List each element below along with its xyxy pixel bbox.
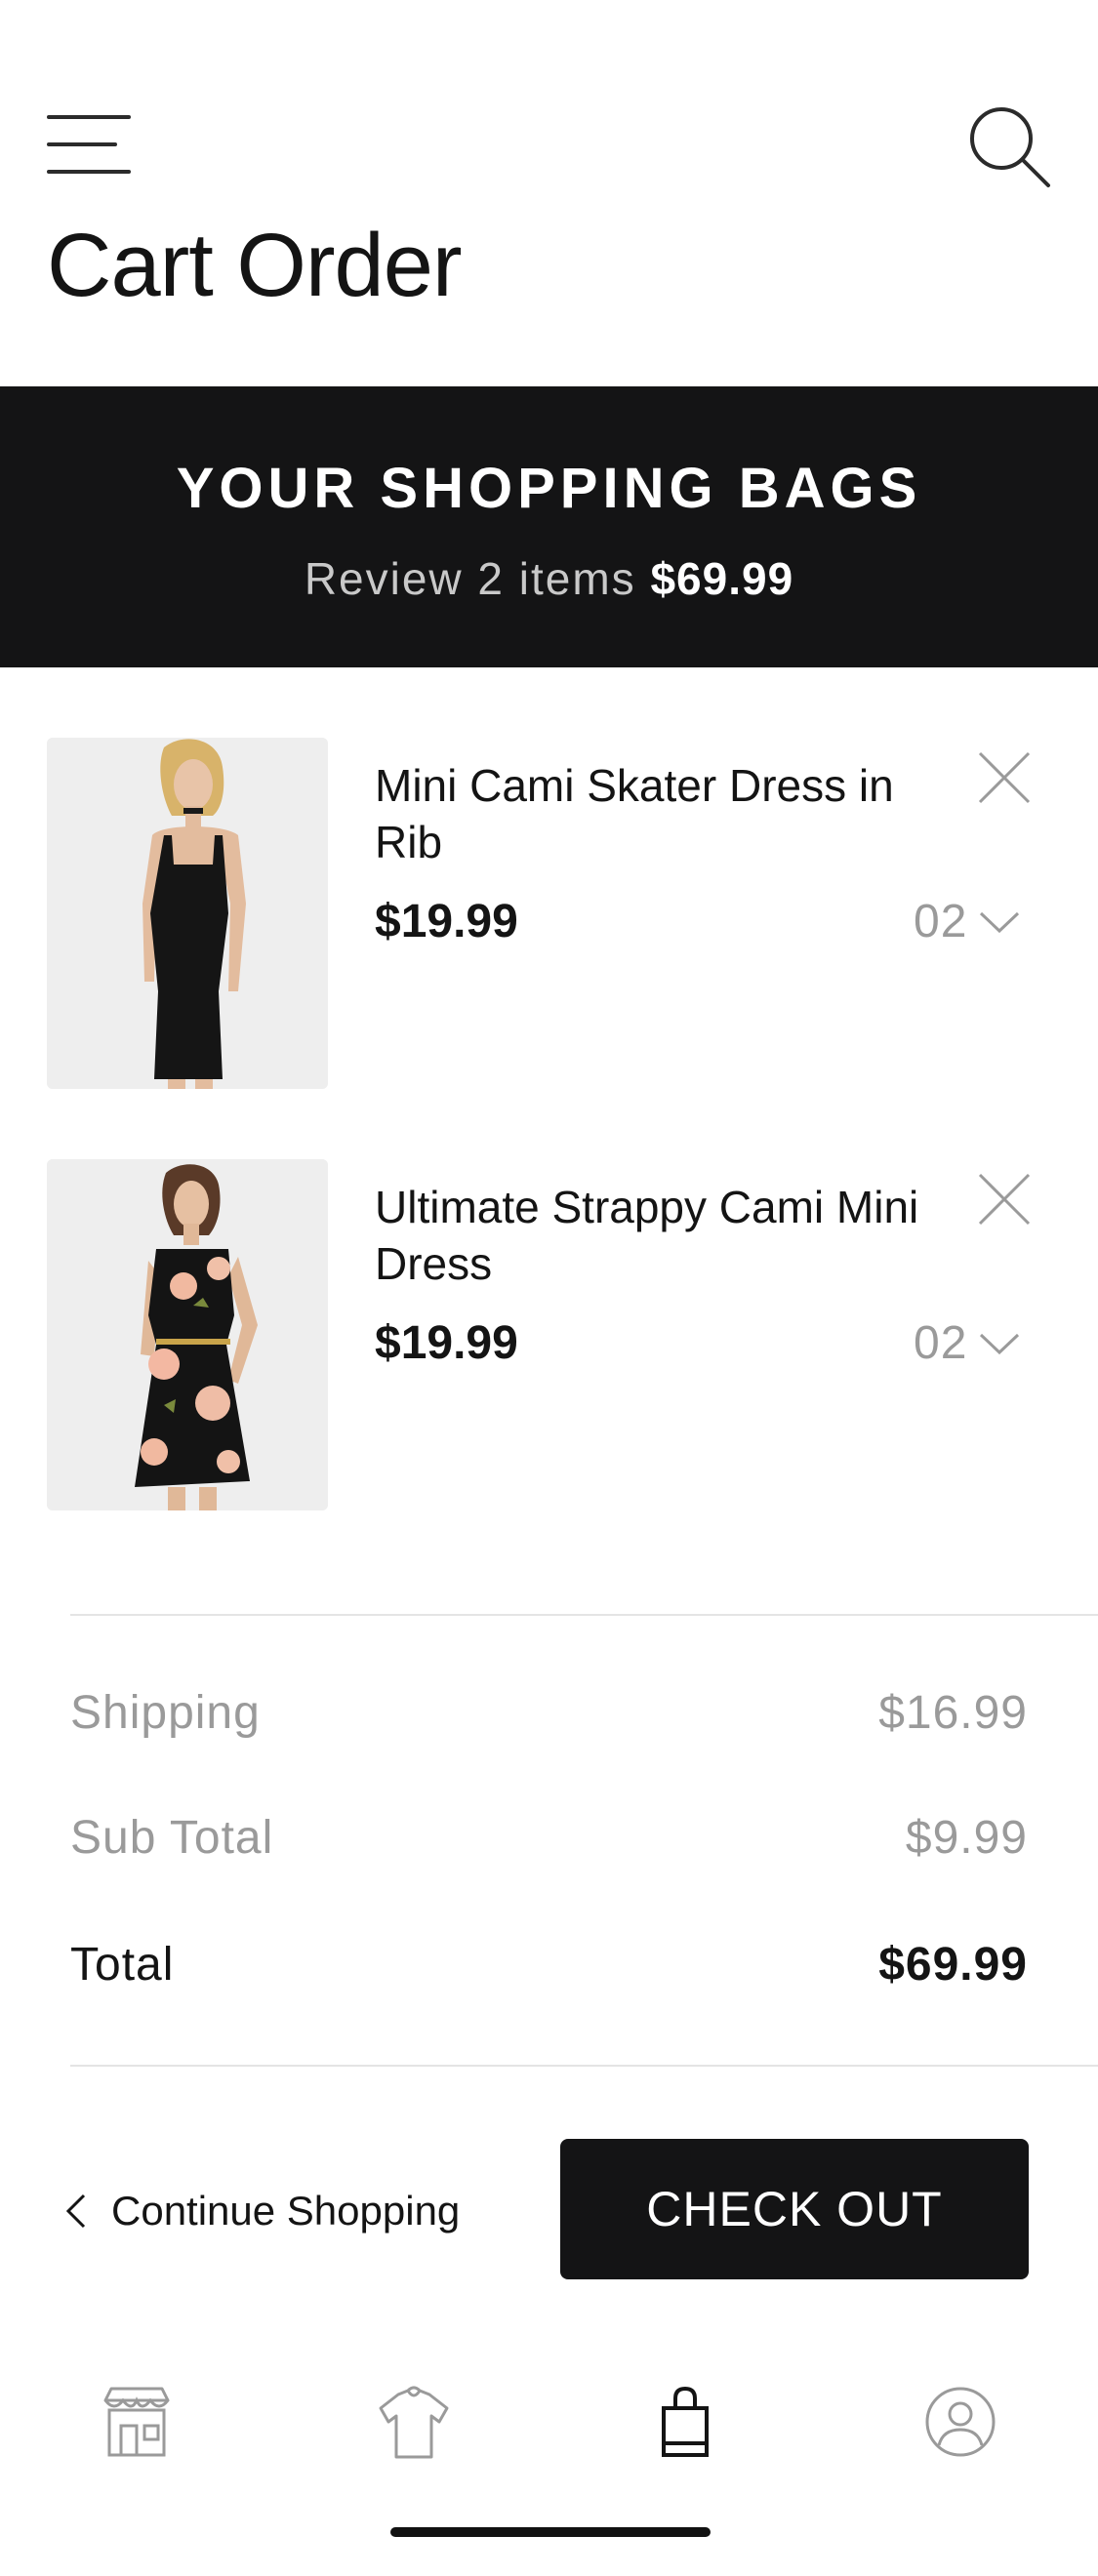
quantity-value: 02 bbox=[914, 896, 968, 947]
tab-store[interactable] bbox=[96, 2381, 178, 2463]
total-label: Total bbox=[70, 1939, 175, 1991]
shopping-bag-banner: YOUR SHOPPING BAGS Review 2 items $69.99 bbox=[0, 386, 1098, 667]
store-icon bbox=[103, 2387, 170, 2457]
chevron-left-icon bbox=[65, 2194, 86, 2229]
page-title: Cart Order bbox=[47, 216, 463, 315]
clothing-icon bbox=[379, 2386, 449, 2459]
quantity-value: 02 bbox=[914, 1317, 968, 1369]
continue-shopping-label: Continue Shopping bbox=[111, 2188, 461, 2234]
banner-item-count: Review 2 items bbox=[304, 553, 636, 604]
search-icon bbox=[970, 107, 1050, 187]
divider bbox=[70, 2065, 1098, 2067]
total-value: $69.99 bbox=[878, 1939, 1028, 1991]
product-name[interactable]: Mini Cami Skater Dress in Rib bbox=[375, 757, 921, 870]
subtotal-value: $9.99 bbox=[905, 1812, 1028, 1864]
remove-item-button[interactable] bbox=[974, 747, 1035, 808]
remove-item-button[interactable] bbox=[974, 1169, 1035, 1229]
close-icon bbox=[978, 751, 1031, 804]
shipping-label: Shipping bbox=[70, 1687, 261, 1739]
subtotal-label: Sub Total bbox=[70, 1812, 274, 1864]
floral-black-dress-photo bbox=[47, 1159, 328, 1510]
product-name[interactable]: Ultimate Strappy Cami Mini Dress bbox=[375, 1179, 921, 1292]
cart-item: Ultimate Strappy Cami Mini Dress $19.99 … bbox=[0, 1159, 1098, 1510]
cart-item: Mini Cami Skater Dress in Rib $19.99 02 bbox=[0, 738, 1098, 1089]
tab-profile[interactable] bbox=[919, 2381, 1001, 2463]
black-slip-dress-photo bbox=[47, 738, 328, 1089]
profile-icon bbox=[925, 2387, 996, 2457]
hamburger-menu-icon bbox=[47, 115, 131, 119]
tab-clothing[interactable] bbox=[373, 2381, 455, 2463]
banner-total: $69.99 bbox=[650, 553, 794, 604]
product-price: $19.99 bbox=[375, 1317, 518, 1369]
checkout-button[interactable]: CHECK OUT bbox=[560, 2139, 1029, 2279]
divider bbox=[70, 1614, 1098, 1616]
quantity-selector[interactable]: 02 bbox=[914, 894, 1022, 950]
search-button[interactable] bbox=[964, 101, 1054, 191]
shopping-bag-icon bbox=[662, 2386, 709, 2457]
product-image[interactable] bbox=[47, 1159, 328, 1510]
banner-title: YOUR SHOPPING BAGS bbox=[176, 457, 922, 520]
tab-shopping-bag[interactable] bbox=[644, 2381, 726, 2463]
close-icon bbox=[978, 1173, 1031, 1226]
home-indicator bbox=[390, 2527, 711, 2537]
chevron-down-icon bbox=[980, 911, 1020, 934]
continue-shopping-link[interactable]: Continue Shopping bbox=[64, 2182, 460, 2240]
shipping-value: $16.99 bbox=[878, 1687, 1028, 1739]
product-image[interactable] bbox=[47, 738, 328, 1089]
menu-button[interactable] bbox=[47, 115, 131, 174]
product-price: $19.99 bbox=[375, 896, 518, 947]
quantity-selector[interactable]: 02 bbox=[914, 1315, 1022, 1372]
chevron-down-icon bbox=[980, 1333, 1020, 1355]
banner-subtitle: Review 2 items $69.99 bbox=[0, 550, 1098, 607]
